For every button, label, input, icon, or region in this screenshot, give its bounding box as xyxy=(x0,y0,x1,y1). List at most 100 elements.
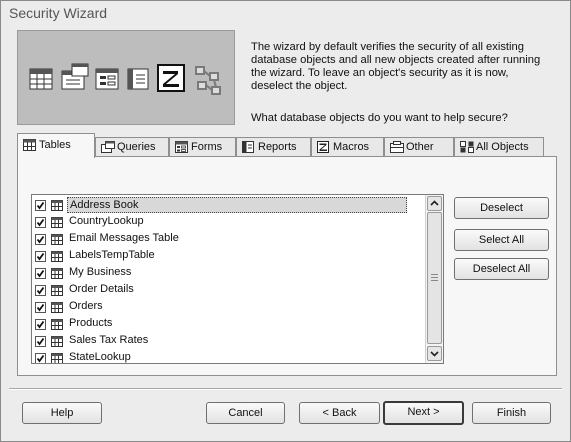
cancel-button[interactable]: Cancel xyxy=(206,402,285,424)
macro-icon xyxy=(317,141,329,153)
tab-label: All Objects xyxy=(476,141,529,153)
list-item[interactable]: Order Details xyxy=(32,282,424,299)
checkmark-icon xyxy=(36,320,45,329)
tab-queries[interactable]: Queries xyxy=(95,137,169,157)
next-button[interactable]: Next > xyxy=(383,401,464,425)
object-list[interactable]: Address Book CountryLookup Email Messages … xyxy=(31,194,444,364)
object-checkbox[interactable] xyxy=(35,302,46,313)
list-item[interactable]: My Business xyxy=(32,265,424,282)
checkmark-icon xyxy=(36,354,45,363)
tab-macros[interactable]: Macros xyxy=(311,137,384,157)
intro-text: The wizard by default verifies the secur… xyxy=(251,41,561,93)
intro-line: deselect the object. xyxy=(251,80,348,92)
object-name: Address Book xyxy=(67,197,407,213)
tab-label: Forms xyxy=(191,141,223,153)
list-item[interactable]: Orders xyxy=(32,299,424,316)
object-name: Orders xyxy=(69,300,103,312)
tab-other[interactable]: Other xyxy=(384,137,454,157)
checkmark-icon xyxy=(36,201,45,210)
chevron-down-icon xyxy=(430,351,439,357)
object-checkbox[interactable] xyxy=(35,268,46,279)
chevron-up-icon xyxy=(430,200,439,206)
back-button[interactable]: < Back xyxy=(299,402,380,424)
object-checkbox[interactable] xyxy=(35,336,46,347)
list-item[interactable]: Sales Tax Rates xyxy=(32,333,424,350)
checkmark-icon xyxy=(36,218,45,227)
scroll-down-button[interactable] xyxy=(427,346,442,361)
checkmark-icon xyxy=(36,337,45,346)
object-name: Products xyxy=(69,317,113,329)
list-item[interactable]: StateLookup xyxy=(32,350,424,363)
help-button[interactable]: Help xyxy=(22,402,102,424)
report-icon xyxy=(242,141,254,153)
object-checkbox[interactable] xyxy=(35,200,46,211)
table-icon xyxy=(23,139,36,151)
object-checkbox[interactable] xyxy=(35,217,46,228)
tab-label: Reports xyxy=(258,141,297,153)
tab-label: Other xyxy=(406,141,434,153)
table-icon xyxy=(51,234,63,245)
table-icon xyxy=(51,336,63,347)
wizard-illustration xyxy=(17,30,235,125)
tab-reports[interactable]: Reports xyxy=(236,137,311,157)
tab-forms[interactable]: Forms xyxy=(169,137,236,157)
object-name: Order Details xyxy=(69,283,134,295)
other-icon xyxy=(390,141,404,153)
object-name: StateLookup xyxy=(69,351,131,363)
list-item[interactable]: Products xyxy=(32,316,424,333)
security-wizard-window: Security Wizard The wizard by default ve… xyxy=(0,0,571,442)
table-icon xyxy=(51,200,63,211)
all-objects-icon xyxy=(460,141,474,153)
intro-line: The wizard by default verifies the secur… xyxy=(251,41,524,53)
window-title: Security Wizard xyxy=(9,5,108,21)
tab-label: Queries xyxy=(117,141,156,153)
table-icon xyxy=(51,268,63,279)
table-icon xyxy=(51,353,63,363)
list-item[interactable]: Email Messages Table xyxy=(32,231,424,248)
tab-all-objects[interactable]: All Objects xyxy=(454,137,544,157)
select-all-button[interactable]: Select All xyxy=(454,229,549,251)
deselect-button[interactable]: Deselect xyxy=(454,197,549,219)
table-icon xyxy=(51,285,63,296)
object-name: CountryLookup xyxy=(69,215,144,227)
intro-line: database objects and all new objects cre… xyxy=(251,54,541,66)
tab-label: Macros xyxy=(333,141,370,153)
table-icon xyxy=(51,251,63,262)
checkmark-icon xyxy=(36,235,45,244)
checkmark-icon xyxy=(36,269,45,278)
object-name: Sales Tax Rates xyxy=(69,334,149,346)
table-icon xyxy=(51,217,63,228)
deselect-all-button[interactable]: Deselect All xyxy=(454,258,549,280)
footer-divider xyxy=(9,388,562,390)
tab-tables[interactable]: Tables xyxy=(17,133,95,158)
table-icon xyxy=(51,319,63,330)
object-checkbox[interactable] xyxy=(35,285,46,296)
scroll-thumb[interactable] xyxy=(427,212,442,344)
intro-line: the wizard. To leave an object's securit… xyxy=(251,67,509,79)
checkmark-icon xyxy=(36,252,45,261)
checkmark-icon xyxy=(36,286,45,295)
object-name: LabelsTempTable xyxy=(69,249,155,261)
illustration-form-icon xyxy=(95,68,119,90)
object-name: Email Messages Table xyxy=(69,232,179,244)
illustration-other-icon xyxy=(195,66,221,95)
object-checkbox[interactable] xyxy=(35,234,46,245)
query-icon xyxy=(101,141,115,153)
list-item[interactable]: Address Book xyxy=(32,197,424,214)
object-name: My Business xyxy=(69,266,132,278)
list-item[interactable]: CountryLookup xyxy=(32,214,424,231)
question-text: What database objects do you want to hel… xyxy=(251,112,508,124)
list-item[interactable]: LabelsTempTable xyxy=(32,248,424,265)
object-checkbox[interactable] xyxy=(35,319,46,330)
illustration-query-icon xyxy=(61,63,89,90)
illustration-report-icon xyxy=(127,68,149,90)
finish-button[interactable]: Finish xyxy=(472,402,551,424)
checkmark-icon xyxy=(36,303,45,312)
object-checkbox[interactable] xyxy=(35,251,46,262)
form-icon xyxy=(175,141,188,153)
object-checkbox[interactable] xyxy=(35,353,46,363)
scroll-up-button[interactable] xyxy=(427,196,442,211)
tab-label: Tables xyxy=(39,139,71,151)
illustration-macro-icon xyxy=(157,64,185,92)
list-scrollbar[interactable] xyxy=(425,195,443,363)
